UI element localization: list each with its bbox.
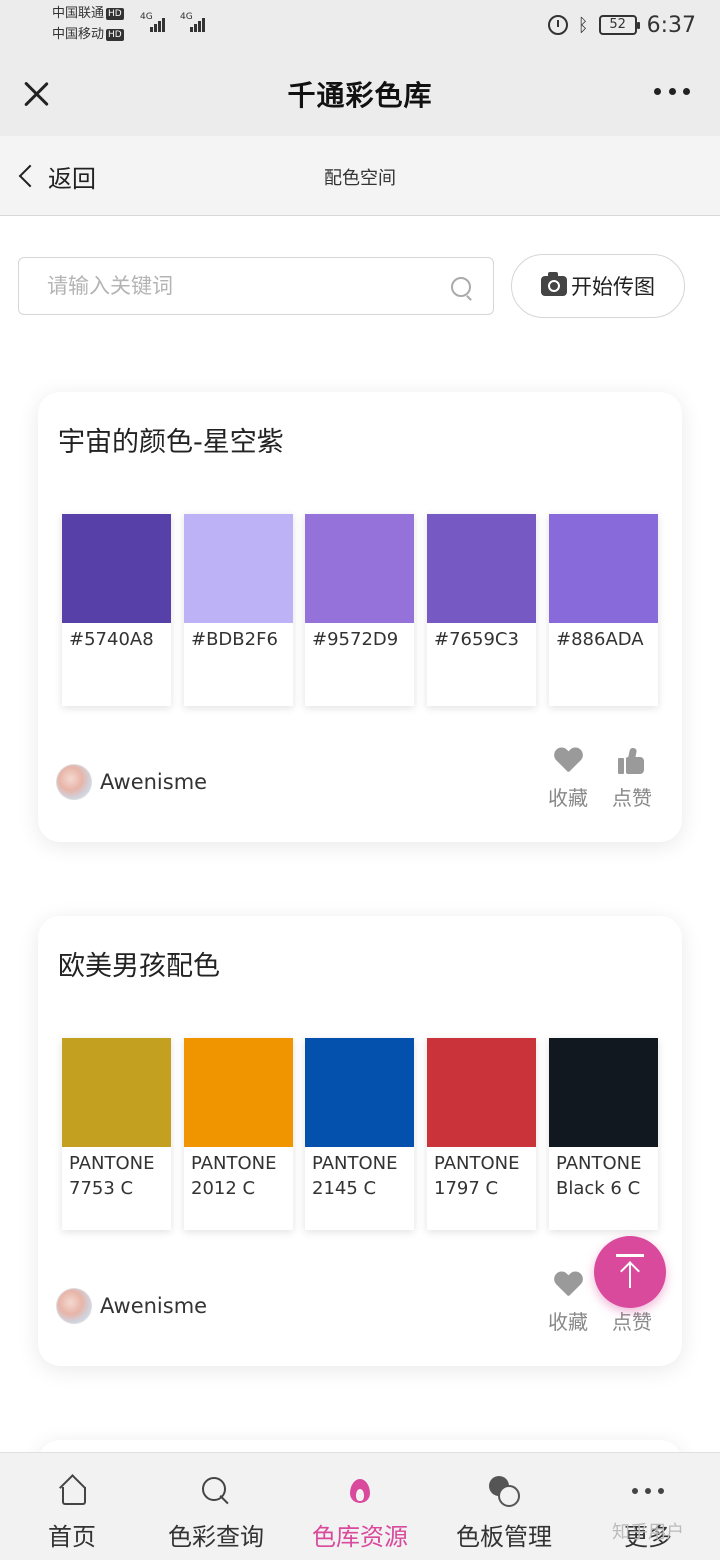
color-swatch[interactable]: PANTONE 1797 C	[427, 1038, 536, 1230]
color-swatch[interactable]: PANTONE Black 6 C	[549, 1038, 658, 1230]
carrier-1-name: 中国联通	[52, 6, 105, 21]
flame-icon	[344, 1475, 376, 1507]
swatch-color	[549, 1038, 658, 1147]
status-bar: 中国联通 HD 中国移动 HD 4G 4G ᛒ 52 6:37	[0, 0, 720, 52]
swatch-row: #5740A8 #BDB2F6 #9572D9 #7659C3 #886ADA	[62, 514, 662, 706]
favorite-label: 收藏	[548, 786, 588, 810]
favorite-button[interactable]: 收藏	[542, 1272, 594, 1335]
search-input[interactable]	[19, 258, 439, 314]
swatch-code: PANTONE 1797 C	[434, 1153, 520, 1199]
swatch-color	[427, 514, 536, 623]
heart-icon	[554, 1272, 582, 1298]
author-name: Awenisme	[100, 1294, 208, 1318]
watermark: 知乎用户	[612, 1522, 684, 1543]
back-to-top-button[interactable]	[594, 1236, 666, 1308]
palette-card[interactable]: 宇宙的颜色-星空紫 #5740A8 #BDB2F6 #9572D9 #7659C…	[38, 392, 682, 842]
color-swatch[interactable]: PANTONE 2012 C	[184, 1038, 293, 1230]
swatch-color	[184, 514, 293, 623]
swatch-color	[62, 514, 171, 623]
swatch-color	[62, 1038, 171, 1147]
carrier-1: 中国联通 HD	[52, 4, 124, 24]
palette-card[interactable]: 欧美男孩配色 PANTONE 7753 C PANTONE 2012 C PAN…	[38, 916, 682, 1366]
swatch-code: PANTONE 2145 C	[312, 1153, 398, 1199]
swatch-code: #9572D9	[312, 629, 399, 650]
swatch-code: PANTONE 7753 C	[69, 1153, 155, 1199]
search-box[interactable]	[18, 257, 494, 315]
swatch-code: PANTONE Black 6 C	[556, 1153, 642, 1199]
network-type: 4G	[140, 12, 153, 22]
hd-badge: HD	[106, 28, 124, 41]
color-swatch[interactable]: #9572D9	[305, 514, 414, 706]
swatch-code: #7659C3	[434, 629, 519, 650]
alarm-icon	[547, 15, 568, 35]
signal-icon: 4G	[140, 12, 168, 34]
battery-icon: 52	[598, 15, 640, 35]
arrow-up-icon	[616, 1254, 644, 1288]
color-swatch[interactable]: PANTONE 2145 C	[305, 1038, 414, 1230]
like-label: 点赞	[612, 786, 652, 810]
like-label: 点赞	[612, 1310, 652, 1334]
carrier-2: 中国移动 HD	[52, 25, 124, 45]
favorite-label: 收藏	[548, 1310, 588, 1334]
like-button[interactable]: 点赞	[606, 747, 658, 811]
hd-badge: HD	[106, 7, 124, 20]
upload-image-button[interactable]: 开始传图	[511, 254, 685, 318]
avatar[interactable]	[56, 1288, 92, 1324]
status-right: ᛒ 52 6:37	[547, 10, 696, 40]
swatch-code: #BDB2F6	[191, 629, 278, 650]
upload-label: 开始传图	[571, 275, 655, 299]
page-title: 配色空间	[324, 168, 396, 189]
thumbs-up-icon	[618, 747, 646, 774]
heart-icon	[554, 748, 582, 774]
tab-label: 色库资源	[312, 1523, 408, 1551]
author[interactable]: Awenisme	[56, 1286, 207, 1326]
palette-title: 欧美男孩配色	[58, 951, 220, 982]
color-swatch[interactable]: #7659C3	[427, 514, 536, 706]
sub-nav: 返回 配色空间	[0, 136, 720, 216]
camera-icon	[541, 272, 567, 296]
search-icon	[200, 1475, 232, 1507]
clock: 6:37	[646, 12, 696, 38]
color-swatch[interactable]: PANTONE 7753 C	[62, 1038, 171, 1230]
swatch-code: #5740A8	[69, 629, 154, 650]
more-icon	[632, 1475, 664, 1507]
signal-icon: 4G	[180, 12, 208, 34]
network-type: 4G	[180, 12, 193, 22]
tab-label: 色板管理	[456, 1523, 552, 1551]
home-icon	[56, 1475, 88, 1507]
avatar[interactable]	[56, 764, 92, 800]
more-icon[interactable]	[654, 88, 690, 96]
app-bar: 千通彩色库	[0, 52, 720, 136]
tab-label: 首页	[48, 1523, 96, 1551]
swatch-code: #886ADA	[556, 629, 644, 650]
swatch-color	[305, 514, 414, 623]
swatch-color	[549, 514, 658, 623]
tab-palette-management[interactable]: 色板管理	[432, 1453, 576, 1560]
tab-home[interactable]: 首页	[0, 1453, 144, 1560]
swatch-color	[184, 1038, 293, 1147]
author-name: Awenisme	[100, 770, 208, 794]
palette-icon	[488, 1475, 520, 1507]
tab-color-library[interactable]: 色库资源	[288, 1453, 432, 1560]
color-swatch[interactable]: #BDB2F6	[184, 514, 293, 706]
carrier-2-name: 中国移动	[52, 27, 105, 42]
bluetooth-icon: ᛒ	[577, 14, 589, 36]
tab-label: 色彩查询	[168, 1523, 264, 1551]
app-title: 千通彩色库	[287, 79, 433, 112]
swatch-code: PANTONE 2012 C	[191, 1153, 277, 1199]
color-swatch[interactable]: #886ADA	[549, 514, 658, 706]
author[interactable]: Awenisme	[56, 762, 207, 802]
search-icon[interactable]	[451, 277, 471, 297]
swatch-row: PANTONE 7753 C PANTONE 2012 C PANTONE 21…	[62, 1038, 662, 1230]
tab-color-search[interactable]: 色彩查询	[144, 1453, 288, 1560]
swatch-color	[305, 1038, 414, 1147]
swatch-color	[427, 1038, 536, 1147]
favorite-button[interactable]: 收藏	[542, 748, 594, 811]
color-swatch[interactable]: #5740A8	[62, 514, 171, 706]
palette-title: 宇宙的颜色-星空紫	[58, 427, 284, 458]
